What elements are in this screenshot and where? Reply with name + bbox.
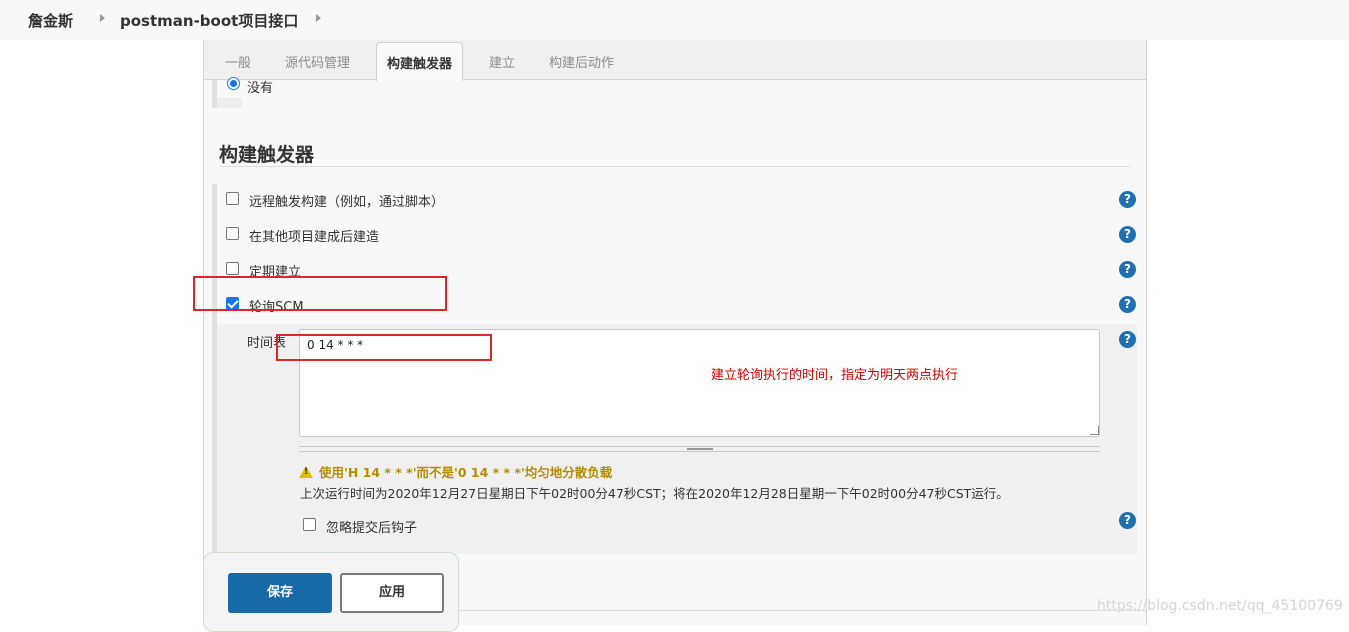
breadcrumb-home-link[interactable]: 詹金斯 (28, 10, 73, 31)
help-icon[interactable]: ? (1119, 331, 1136, 348)
tab-general[interactable]: 一般 (225, 52, 251, 71)
build-periodically-checkbox[interactable] (226, 262, 239, 275)
after-other-projects-label: 在其他项目建成后建造 (249, 230, 380, 245)
annotation-text: 建立轮询执行的时间，指定为明天两点执行 (711, 368, 959, 383)
schedule-run-info: 上次运行时间为2020年12月27日星期日下午02时00分47秒CST；将在20… (300, 486, 1009, 501)
scm-none-label: 没有 (247, 81, 274, 96)
help-icon[interactable]: ? (1119, 512, 1136, 529)
breadcrumb-chevron-icon[interactable] (316, 14, 321, 22)
help-icon[interactable]: ? (1119, 296, 1136, 313)
after-other-projects-checkbox[interactable] (226, 227, 239, 240)
schedule-warning-text: 使用'H 14 * * *'而不是'0 14 * * *'均匀地分散负载 (319, 465, 613, 480)
config-tabbar: 一般 源代码管理 构建触发器 建立 构建后动作 (204, 40, 1146, 81)
highlight-box-schedule (276, 334, 492, 361)
tab-build[interactable]: 建立 (489, 52, 515, 71)
splitter-grip-icon[interactable] (687, 448, 713, 450)
watermark: https://blog.csdn.net/qq_45100769 (1097, 598, 1343, 614)
breadcrumb: 詹金斯 postman-boot项目接口 (0, 0, 1349, 40)
help-icon[interactable]: ? (1119, 191, 1136, 208)
scm-section-tail (217, 98, 242, 108)
tab-post-build[interactable]: 构建后动作 (549, 52, 614, 71)
help-icon[interactable]: ? (1119, 226, 1136, 243)
ignore-hooks-label: 忽略提交后钩子 (326, 521, 418, 536)
schedule-warning: 使用'H 14 * * *'而不是'0 14 * * *'均匀地分散负载 (299, 462, 612, 481)
scm-none-radio[interactable] (227, 77, 240, 90)
warning-icon (299, 466, 313, 478)
tab-build-triggers[interactable]: 构建触发器 (376, 42, 464, 81)
section-title: 构建触发器 (219, 144, 315, 166)
textarea-resize-handle[interactable] (1090, 426, 1099, 435)
save-button[interactable]: 保存 (228, 573, 332, 613)
remote-trigger-label: 远程触发构建（例如，通过脚本） (249, 195, 445, 210)
breadcrumb-project-link[interactable]: postman-boot项目接口 (120, 10, 298, 31)
help-icon[interactable]: ? (1119, 261, 1136, 278)
remote-trigger-checkbox[interactable] (226, 192, 239, 205)
config-panel: 一般 源代码管理 构建触发器 建立 构建后动作 没有 构建触发器 远程触发构建（… (203, 40, 1147, 625)
highlight-box-poll-scm (193, 276, 447, 311)
apply-button[interactable]: 应用 (340, 573, 444, 613)
section-divider (219, 166, 1131, 167)
tab-source-code[interactable]: 源代码管理 (285, 52, 350, 71)
ignore-hooks-checkbox[interactable] (303, 518, 316, 531)
breadcrumb-chevron-icon[interactable] (100, 14, 105, 22)
